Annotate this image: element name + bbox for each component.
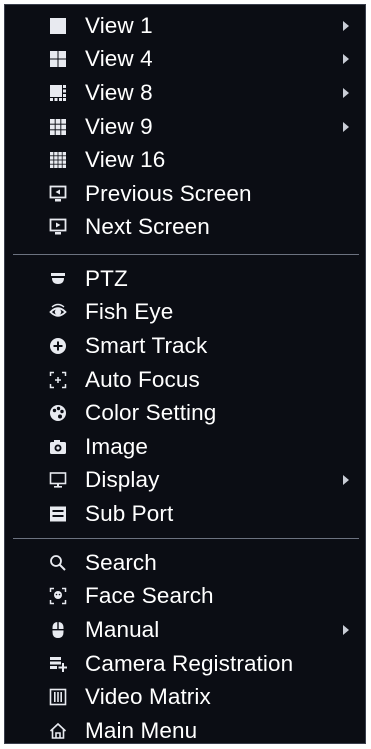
menu-item-sub-port[interactable]: Sub Port	[5, 497, 365, 531]
sixteen-view-icon	[47, 149, 69, 171]
menu-item-label: Previous Screen	[85, 180, 252, 206]
menu-item-label: Next Screen	[85, 214, 210, 240]
single-view-icon	[47, 15, 69, 37]
menu-item-label: Main Menu	[85, 717, 198, 743]
menu-divider	[13, 538, 359, 539]
sub-port-icon	[47, 503, 69, 525]
menu-item-camera-registration[interactable]: Camera Registration	[5, 647, 365, 681]
search-icon	[47, 552, 69, 574]
menu-item-label: PTZ	[85, 265, 128, 291]
submenu-arrow-icon	[343, 121, 349, 132]
menu-item-label: Camera Registration	[85, 650, 294, 676]
mouse-icon	[47, 619, 69, 641]
menu-item-label: Sub Port	[85, 500, 174, 526]
menu-item-image[interactable]: Image	[5, 430, 365, 464]
menu-item-fish-eye[interactable]: Fish Eye	[5, 296, 365, 330]
next-screen-icon	[47, 216, 69, 238]
menu-item-face-search[interactable]: Face Search	[5, 580, 365, 614]
menu-item-label: View 9	[85, 113, 153, 139]
color-palette-icon	[47, 402, 69, 424]
menu-item-manual[interactable]: Manual	[5, 613, 365, 647]
submenu-arrow-icon	[343, 20, 349, 31]
menu-item-main-menu[interactable]: Main Menu	[5, 714, 365, 748]
auto-focus-icon	[47, 369, 69, 391]
submenu-arrow-icon	[343, 624, 349, 635]
menu-item-label: Manual	[85, 616, 160, 642]
submenu-arrow-icon	[343, 87, 349, 98]
menu-item-label: View 4	[85, 46, 153, 72]
menu-item-auto-focus[interactable]: Auto Focus	[5, 363, 365, 397]
menu-item-label: Search	[85, 549, 157, 575]
menu-item-view-1[interactable]: View 1	[5, 9, 365, 43]
menu-item-label: Color Setting	[85, 400, 217, 426]
home-icon	[47, 720, 69, 742]
previous-screen-icon	[47, 183, 69, 205]
menu-item-smart-track[interactable]: Smart Track	[5, 329, 365, 363]
ptz-camera-icon	[47, 268, 69, 290]
control-section: PTZ Fish Eye Smart Track Auto Focus Colo…	[5, 262, 365, 531]
smart-track-icon	[47, 335, 69, 357]
tools-section: Search Face Search Manual Camera Registr…	[5, 546, 365, 748]
quad-view-icon	[47, 48, 69, 70]
camera-icon	[47, 436, 69, 458]
menu-item-next-screen[interactable]: Next Screen	[5, 211, 365, 245]
menu-item-label: Image	[85, 433, 149, 459]
menu-item-label: View 8	[85, 79, 153, 105]
menu-item-view-8[interactable]: View 8	[5, 76, 365, 110]
video-matrix-icon	[47, 686, 69, 708]
menu-item-label: Display	[85, 467, 160, 493]
menu-item-search[interactable]: Search	[5, 546, 365, 580]
menu-divider	[13, 254, 359, 255]
view-section: View 1 View 4 View 8 View 9 View 16 Prev…	[5, 9, 365, 244]
menu-item-label: Smart Track	[85, 332, 208, 358]
nine-view-icon	[47, 116, 69, 138]
menu-item-label: View 16	[85, 147, 166, 173]
menu-item-display[interactable]: Display	[5, 464, 365, 498]
menu-item-label: Auto Focus	[85, 366, 200, 392]
menu-item-label: View 1	[85, 12, 153, 38]
menu-item-color-setting[interactable]: Color Setting	[5, 396, 365, 430]
menu-item-label: Video Matrix	[85, 684, 211, 710]
menu-item-label: Fish Eye	[85, 299, 174, 325]
submenu-arrow-icon	[343, 54, 349, 65]
menu-item-view-4[interactable]: View 4	[5, 43, 365, 77]
fish-eye-icon	[47, 301, 69, 323]
menu-item-view-16[interactable]: View 16	[5, 143, 365, 177]
menu-item-previous-screen[interactable]: Previous Screen	[5, 177, 365, 211]
menu-item-video-matrix[interactable]: Video Matrix	[5, 680, 365, 714]
menu-item-view-9[interactable]: View 9	[5, 110, 365, 144]
submenu-arrow-icon	[343, 475, 349, 486]
menu-item-ptz[interactable]: PTZ	[5, 262, 365, 296]
face-search-icon	[47, 585, 69, 607]
context-menu: View 1 View 4 View 8 View 9 View 16 Prev…	[4, 4, 366, 744]
eight-view-icon	[47, 82, 69, 104]
monitor-icon	[47, 469, 69, 491]
camera-registration-icon	[47, 653, 69, 675]
menu-item-label: Face Search	[85, 583, 214, 609]
